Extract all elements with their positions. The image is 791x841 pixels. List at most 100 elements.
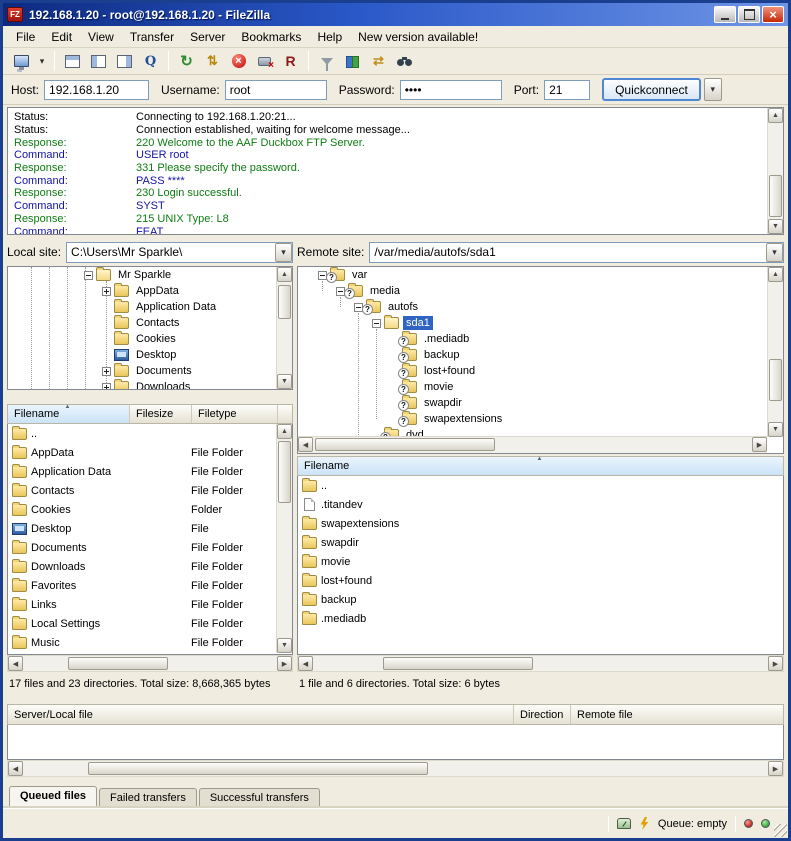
- remote-list-hscrollbar[interactable]: [297, 655, 784, 672]
- find-files-button[interactable]: [392, 50, 417, 73]
- combobox-dropdown-icon[interactable]: [766, 243, 783, 262]
- local-list-scrollbar[interactable]: [276, 424, 292, 653]
- menu-file[interactable]: File: [8, 27, 43, 47]
- menu-new-version[interactable]: New version available!: [350, 27, 486, 47]
- scroll-left-button[interactable]: [298, 656, 313, 671]
- scroll-right-button[interactable]: [752, 437, 767, 452]
- tree-item-lost-found[interactable]: lost+found: [298, 363, 783, 379]
- cancel-button[interactable]: [226, 50, 251, 73]
- scroll-right-button[interactable]: [768, 656, 783, 671]
- collapse-icon[interactable]: [84, 271, 93, 280]
- file-row[interactable]: AppDataFile Folder: [8, 443, 292, 462]
- scroll-down-button[interactable]: [768, 422, 783, 437]
- synchronized-browsing-button[interactable]: [366, 50, 391, 73]
- file-row[interactable]: movie: [298, 552, 783, 571]
- tab-successful-transfers[interactable]: Successful transfers: [199, 788, 320, 808]
- tree-item-downloads[interactable]: Downloads: [8, 379, 292, 390]
- column-header-filesize[interactable]: Filesize: [130, 405, 192, 423]
- file-row[interactable]: swapextensions: [298, 514, 783, 533]
- password-input[interactable]: [400, 80, 502, 100]
- toggle-local-tree-button[interactable]: [86, 50, 111, 73]
- username-input[interactable]: [225, 80, 327, 100]
- remote-tree-hscrollbar[interactable]: [298, 436, 767, 453]
- scroll-down-button[interactable]: [277, 374, 292, 389]
- file-row-up[interactable]: ..: [298, 476, 783, 495]
- scroll-thumb[interactable]: [278, 441, 291, 503]
- local-list-hscrollbar[interactable]: [7, 655, 293, 672]
- port-input[interactable]: [544, 80, 590, 100]
- site-manager-dropdown[interactable]: [35, 50, 49, 73]
- menu-edit[interactable]: Edit: [43, 27, 80, 47]
- toggle-message-log-button[interactable]: [60, 50, 85, 73]
- activity-icon[interactable]: [639, 817, 650, 830]
- tree-item-sda1[interactable]: sda1: [298, 315, 783, 331]
- file-row[interactable]: DocumentsFile Folder: [8, 538, 292, 557]
- scroll-down-button[interactable]: [277, 638, 292, 653]
- scroll-up-button[interactable]: [768, 108, 783, 123]
- log-scrollbar[interactable]: [767, 108, 783, 234]
- file-row-up[interactable]: ..: [8, 424, 292, 443]
- tree-item-var[interactable]: var: [298, 267, 783, 283]
- tree-item-mr-sparkle[interactable]: Mr Sparkle: [8, 267, 292, 283]
- scroll-up-button[interactable]: [277, 424, 292, 439]
- scroll-up-button[interactable]: [768, 267, 783, 282]
- quickconnect-button[interactable]: Quickconnect: [602, 78, 701, 101]
- remote-tree-scrollbar[interactable]: [767, 267, 783, 437]
- column-header-filename[interactable]: ▲ Filename: [8, 405, 130, 423]
- process-queue-button[interactable]: [200, 50, 225, 73]
- file-row[interactable]: lost+found: [298, 571, 783, 590]
- file-row[interactable]: MusicFile Folder: [8, 633, 292, 652]
- toggle-remote-tree-button[interactable]: [112, 50, 137, 73]
- expand-icon[interactable]: [102, 287, 111, 296]
- resize-grip[interactable]: [774, 824, 787, 837]
- tab-failed-transfers[interactable]: Failed transfers: [99, 788, 197, 808]
- refresh-button[interactable]: [174, 50, 199, 73]
- expand-icon[interactable]: [102, 367, 111, 376]
- file-row[interactable]: FavoritesFile Folder: [8, 576, 292, 595]
- scroll-left-button[interactable]: [298, 437, 313, 452]
- scroll-thumb[interactable]: [769, 359, 782, 401]
- column-header-filename[interactable]: ▲ Filename: [298, 457, 783, 475]
- file-row[interactable]: swapdir: [298, 533, 783, 552]
- menu-view[interactable]: View: [80, 27, 122, 47]
- close-button[interactable]: [762, 6, 784, 23]
- scroll-thumb[interactable]: [315, 438, 495, 451]
- menu-help[interactable]: Help: [309, 27, 350, 47]
- file-row[interactable]: DesktopFile: [8, 519, 292, 538]
- scroll-left-button[interactable]: [8, 761, 23, 776]
- tree-item-backup[interactable]: backup: [298, 347, 783, 363]
- queue-hscrollbar[interactable]: [7, 760, 784, 777]
- file-row[interactable]: CookiesFolder: [8, 500, 292, 519]
- column-header-remote-file[interactable]: Remote file: [571, 705, 783, 724]
- collapse-icon[interactable]: [372, 319, 381, 328]
- file-row[interactable]: Application DataFile Folder: [8, 462, 292, 481]
- tree-item-contacts[interactable]: Contacts: [8, 315, 292, 331]
- file-row[interactable]: .mediadb: [298, 609, 783, 628]
- minimize-button[interactable]: [714, 6, 736, 23]
- file-row[interactable]: .titandev: [298, 495, 783, 514]
- scroll-thumb[interactable]: [769, 175, 782, 217]
- host-input[interactable]: [44, 80, 149, 100]
- scroll-right-button[interactable]: [768, 761, 783, 776]
- quickconnect-dropdown[interactable]: [704, 78, 722, 101]
- tree-item-swapdir[interactable]: swapdir: [298, 395, 783, 411]
- local-tree-scrollbar[interactable]: [276, 267, 292, 389]
- tree-item-documents[interactable]: Documents: [8, 363, 292, 379]
- expand-icon[interactable]: [102, 383, 111, 391]
- speed-limit-icon[interactable]: [617, 818, 631, 829]
- tree-item-autofs[interactable]: autofs: [298, 299, 783, 315]
- maximize-button[interactable]: [738, 6, 760, 23]
- file-row[interactable]: DownloadsFile Folder: [8, 557, 292, 576]
- file-row[interactable]: LinksFile Folder: [8, 595, 292, 614]
- column-header-server-local-file[interactable]: Server/Local file: [8, 705, 514, 724]
- scroll-down-button[interactable]: [768, 219, 783, 234]
- local-site-combobox[interactable]: [66, 242, 293, 263]
- scroll-thumb[interactable]: [383, 657, 533, 670]
- site-manager-button[interactable]: [9, 50, 34, 73]
- scroll-left-button[interactable]: [8, 656, 23, 671]
- scroll-thumb[interactable]: [88, 762, 428, 775]
- tree-item-movie[interactable]: movie: [298, 379, 783, 395]
- tree-item-media[interactable]: media: [298, 283, 783, 299]
- file-row[interactable]: ContactsFile Folder: [8, 481, 292, 500]
- scroll-up-button[interactable]: [277, 267, 292, 282]
